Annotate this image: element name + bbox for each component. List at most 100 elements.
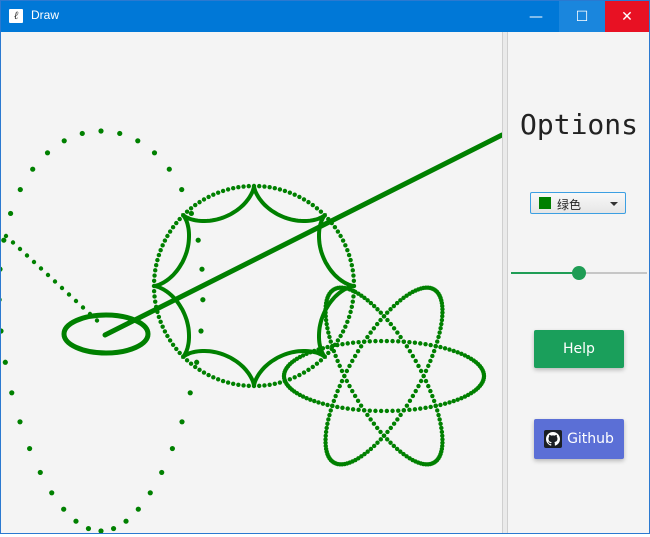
- stroke-dot: [373, 338, 378, 344]
- stroke-dot: [225, 380, 231, 385]
- stroke-dot: [368, 330, 373, 335]
- stroke-dot: [347, 363, 352, 369]
- github-button-label: Github: [567, 431, 614, 447]
- stroke-dot: [155, 257, 160, 263]
- minimize-button[interactable]: —: [513, 1, 559, 32]
- stroke-dot: [451, 348, 456, 354]
- stroke-dot: [378, 317, 383, 323]
- stroke-dot: [323, 317, 329, 323]
- stroke-dot: [308, 397, 313, 402]
- stroke-dot: [1, 237, 7, 243]
- stroke-dot: [49, 490, 55, 496]
- stroke-dot: [401, 408, 406, 413]
- stroke-dot: [374, 425, 380, 431]
- stroke-dot: [378, 429, 383, 435]
- stroke-dot: [428, 342, 433, 348]
- stroke-dot: [158, 319, 163, 325]
- stroke-dot: [165, 333, 170, 339]
- close-button[interactable]: ✕: [605, 1, 649, 32]
- stroke-dot: [193, 364, 198, 370]
- stroke-dot: [44, 150, 51, 156]
- stroke-dot: [388, 440, 393, 445]
- stroke-dot: [398, 334, 403, 340]
- stroke-dot: [447, 400, 452, 405]
- stroke-dot: [335, 358, 340, 364]
- stroke-dot: [211, 192, 216, 197]
- stroke-dot: [356, 339, 361, 345]
- stroke-dot: [343, 243, 348, 248]
- stroke-dot: [262, 383, 267, 388]
- stroke-dot: [165, 233, 170, 239]
- stroke-dot: [407, 339, 412, 345]
- stroke-dot: [323, 429, 329, 435]
- stroke-dot: [201, 197, 207, 202]
- stroke-dot: [287, 190, 293, 195]
- stroke-dot: [438, 344, 443, 350]
- stroke-dot: [385, 317, 390, 323]
- stroke-dot: [395, 417, 400, 422]
- stroke-dot: [282, 188, 288, 194]
- stroke-dot: [333, 461, 339, 466]
- stroke-dot: [324, 425, 329, 431]
- maximize-button[interactable]: ☐: [559, 1, 605, 32]
- stroke-dot: [162, 329, 168, 334]
- stroke-dot: [367, 339, 372, 344]
- color-swatch: [539, 197, 551, 209]
- stroke-dot: [340, 405, 345, 411]
- stroke-dot: [326, 330, 331, 335]
- stroke-dot: [17, 419, 23, 425]
- stroke-dot: [320, 346, 326, 351]
- stroke-dot: [416, 383, 421, 389]
- stroke-dot: [338, 233, 343, 239]
- stroke-dot: [328, 339, 333, 344]
- stroke-dot: [166, 166, 172, 172]
- stroke-dot: [438, 402, 443, 408]
- stroke-dot: [413, 388, 418, 394]
- stroke-dot: [340, 238, 346, 243]
- color-select[interactable]: 绿色: [530, 192, 626, 214]
- stroke-dot: [329, 220, 334, 226]
- stroke-dot: [404, 403, 410, 408]
- stroke-dot: [331, 348, 337, 354]
- stroke-dot: [27, 445, 33, 452]
- stroke-dot: [352, 393, 358, 399]
- stroke-dot: [177, 350, 182, 356]
- stroke-dot: [135, 138, 141, 144]
- stroke-dot: [340, 341, 345, 347]
- stroke-dot: [73, 298, 79, 304]
- help-button[interactable]: Help: [534, 330, 624, 368]
- stroke-dot: [246, 183, 251, 189]
- stroke-dot: [423, 341, 428, 347]
- stroke-dot: [9, 390, 15, 396]
- stroke-dot: [312, 398, 317, 404]
- stroke-dot: [267, 382, 272, 387]
- options-panel: Options 绿色 Help Github: [508, 32, 649, 533]
- stroke-dot: [184, 209, 190, 214]
- stroke-dot: [61, 506, 67, 512]
- stroke-dot: [318, 358, 324, 363]
- size-slider[interactable]: [511, 266, 647, 280]
- stroke-dot: [430, 353, 435, 359]
- stroke-dot: [320, 401, 326, 406]
- app-window: ℓ Draw — ☐ ✕ Options 绿色 Help Github: [0, 0, 650, 534]
- stroke-dot: [381, 433, 387, 438]
- stroke-dot: [390, 408, 395, 414]
- stroke-dot: [159, 469, 165, 476]
- stroke-dot: [297, 372, 302, 378]
- stroke-dot: [343, 324, 348, 329]
- stroke-dot: [407, 398, 413, 404]
- stroke-dot: [373, 408, 378, 414]
- stroke-dot: [193, 202, 198, 208]
- stroke-dot: [352, 353, 358, 359]
- slider-thumb[interactable]: [572, 266, 586, 280]
- github-button[interactable]: Github: [534, 419, 624, 459]
- stroke-dot: [301, 197, 307, 202]
- stroke-dot: [241, 184, 246, 189]
- stroke-dot: [348, 309, 353, 315]
- stroke-dot: [455, 397, 460, 402]
- stroke-dot: [371, 303, 377, 309]
- stroke-dot: [391, 421, 397, 426]
- drawing-canvas[interactable]: [0, 32, 505, 534]
- stroke-dot: [326, 350, 331, 356]
- stroke-dot: [73, 518, 79, 524]
